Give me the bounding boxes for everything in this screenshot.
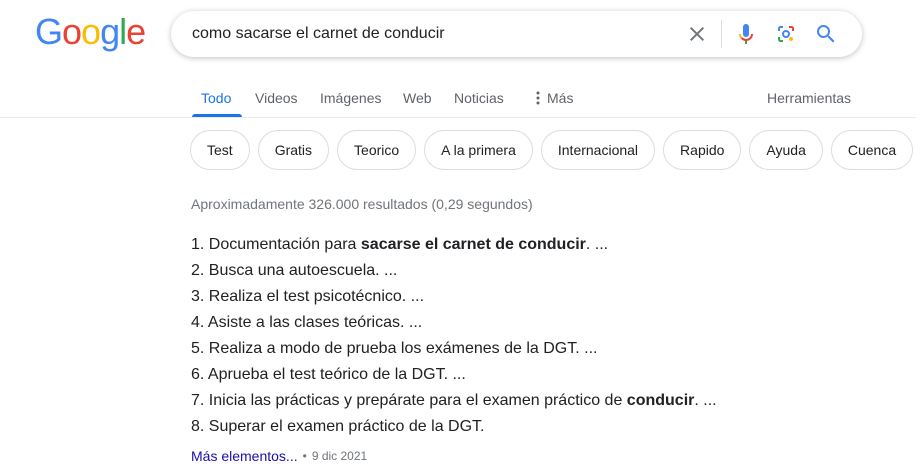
chip-cuenca[interactable]: Cuenca [830,130,914,170]
logo-letter: g [100,11,120,52]
search-button[interactable] [806,14,846,54]
list-item: 7. Inicia las prácticas y prepárate para… [191,388,717,414]
logo-letter: l [119,11,127,52]
list-item-text: Busca una autoescuela. ... [208,262,398,279]
tools-button[interactable]: Herramientas [767,90,851,106]
search-box-divider [721,20,722,48]
list-item-number: 3. [191,288,205,305]
list-item-number: 1. [191,236,205,253]
chip-teorico[interactable]: Teorico [337,130,417,170]
logo-letter: o [81,11,101,52]
tab-imagenes[interactable]: Imágenes [320,90,381,106]
logo-letter: G [35,11,63,52]
logo-letter: o [62,11,82,52]
voice-search-button[interactable] [726,14,766,54]
tab-videos[interactable]: Videos [255,90,298,106]
tab-web[interactable]: Web [403,90,432,106]
list-item-text: Superar el examen práctico de la DGT. [208,418,485,435]
chip-ayuda[interactable]: Ayuda [749,130,823,170]
lens-search-button[interactable] [766,14,806,54]
list-item-number: 7. [191,392,205,409]
list-item: 5. Realiza a modo de prueba los exámenes… [191,336,717,362]
list-item-text: Asiste a las clases teóricas. ... [207,314,423,331]
search-icon [817,25,835,43]
list-item-number: 8. [191,418,205,435]
list-item: 6. Aprueba el test teórico de la DGT. ..… [191,362,717,388]
separator-dot: • [302,449,307,463]
list-item: 1. Documentación para sacarse el carnet … [191,232,717,258]
chip-rapido[interactable]: Rapido [663,130,742,170]
chip-gratis[interactable]: Gratis [257,130,330,170]
list-item-text: Aprueba el test teórico de la DGT. ... [207,366,466,383]
list-item: 4. Asiste a las clases teóricas. ... [191,310,717,336]
list-item-suffix: . ... [694,392,717,409]
tab-mas-label: Más [547,90,574,106]
close-icon [690,27,704,41]
featured-snippet-list: 1. Documentación para sacarse el carnet … [191,232,717,440]
tab-noticias[interactable]: Noticias [454,90,504,106]
list-item-number: 2. [191,262,205,279]
list-item-suffix: . ... [585,236,609,253]
list-item-text: Documentación para [208,236,361,253]
list-item: 3. Realiza el test psicotécnico. ... [191,284,717,310]
list-item-text: Realiza el test psicotécnico. ... [208,288,425,305]
more-elements-row: Más elementos... • 9 dic 2021 [191,448,367,464]
clear-button[interactable] [677,14,717,54]
list-item-number: 4. [191,314,205,331]
tab-todo[interactable]: Todo [201,90,231,106]
chip-internacional[interactable]: Internacional [540,130,656,170]
tabs-divider [0,117,916,118]
tab-mas[interactable]: Más [533,90,573,106]
list-item-text: Inicia las prácticas y prepárate para el… [208,392,627,409]
search-input[interactable] [192,25,677,43]
refinement-chips: Test Gratis Teorico A la primera Interna… [190,130,914,170]
list-item: 8. Superar el examen práctico de la DGT. [191,414,717,440]
chip-a-la-primera[interactable]: A la primera [424,130,533,170]
result-date: 9 dic 2021 [311,449,368,463]
list-item: 2. Busca una autoescuela. ... [191,258,717,284]
search-box-actions [677,11,862,57]
microphone-icon [739,24,753,44]
more-elements-link[interactable]: Más elementos... [191,448,298,464]
list-item-number: 5. [191,340,205,357]
chip-test[interactable]: Test [190,130,250,170]
three-dots-vertical-icon [536,91,540,105]
list-item-text: Realiza a modo de prueba los exámenes de… [208,340,598,357]
list-item-number: 6. [191,366,205,383]
result-stats: Aproximadamente 326.000 resultados (0,29… [191,196,533,212]
google-logo[interactable]: Google [35,11,146,52]
search-box[interactable] [171,11,862,57]
logo-letter: e [126,11,146,52]
list-item-highlight: conducir [626,392,695,409]
list-item-highlight: sacarse el carnet de conducir [360,236,586,253]
camera-lens-icon [778,26,794,42]
